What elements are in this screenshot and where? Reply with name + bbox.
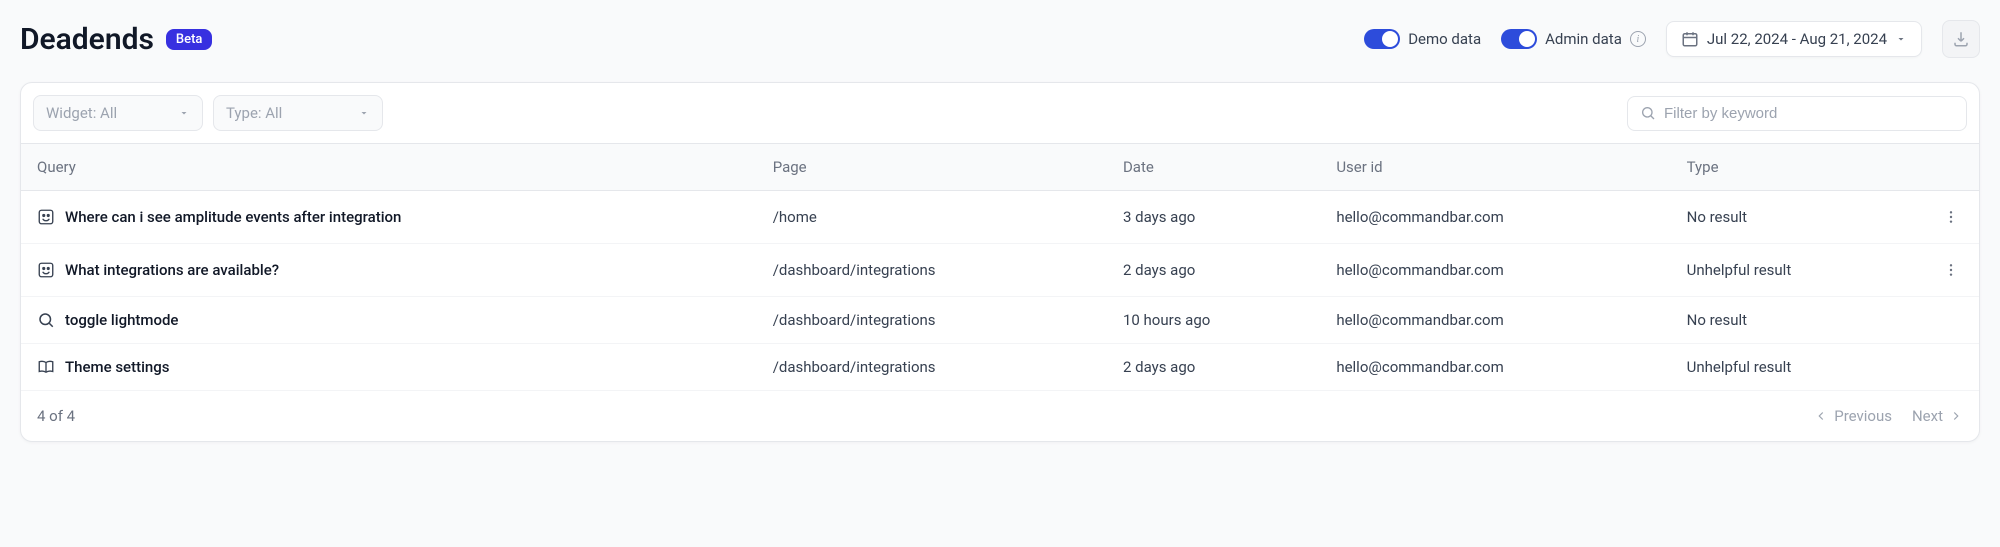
query-text: toggle lightmode bbox=[65, 311, 178, 329]
demo-data-toggle[interactable] bbox=[1364, 29, 1400, 49]
type-cell: Unhelpful result bbox=[1671, 244, 1923, 297]
search-box[interactable] bbox=[1627, 96, 1967, 131]
chevron-down-icon bbox=[1895, 33, 1907, 45]
chevron-down-icon bbox=[358, 107, 370, 119]
date-cell: 3 days ago bbox=[1107, 191, 1320, 244]
header-page: Page bbox=[757, 144, 1107, 191]
admin-data-toggle[interactable] bbox=[1501, 29, 1537, 49]
table-row[interactable]: Where can i see amplitude events after i… bbox=[21, 191, 1979, 244]
user-cell: hello@commandbar.com bbox=[1320, 297, 1670, 344]
type-cell: No result bbox=[1671, 191, 1923, 244]
more-button[interactable] bbox=[1939, 205, 1963, 229]
previous-label: Previous bbox=[1834, 407, 1892, 425]
table-row[interactable]: Theme settings /dashboard/integrations 2… bbox=[21, 344, 1979, 391]
more-button[interactable] bbox=[1939, 258, 1963, 282]
search-icon bbox=[1640, 105, 1656, 121]
header-user: User id bbox=[1320, 144, 1670, 191]
footer-count: 4 of 4 bbox=[37, 407, 75, 425]
user-cell: hello@commandbar.com bbox=[1320, 191, 1670, 244]
copilot-icon bbox=[37, 208, 55, 226]
beta-badge: Beta bbox=[166, 29, 213, 50]
query-text: Theme settings bbox=[65, 358, 169, 376]
download-icon bbox=[1952, 30, 1970, 48]
header-type: Type bbox=[1671, 144, 1923, 191]
date-cell: 2 days ago bbox=[1107, 344, 1320, 391]
date-range-text: Jul 22, 2024 - Aug 21, 2024 bbox=[1707, 30, 1887, 48]
page-cell: /dashboard/integrations bbox=[757, 344, 1107, 391]
type-cell: No result bbox=[1671, 297, 1923, 344]
calendar-icon bbox=[1681, 30, 1699, 48]
next-label: Next bbox=[1912, 407, 1943, 425]
search-input[interactable] bbox=[1664, 105, 1954, 122]
info-icon[interactable]: i bbox=[1630, 31, 1646, 47]
user-cell: hello@commandbar.com bbox=[1320, 344, 1670, 391]
query-text: Where can i see amplitude events after i… bbox=[65, 208, 401, 226]
query-text: What integrations are available? bbox=[65, 261, 279, 279]
type-filter-label: Type: All bbox=[226, 104, 282, 122]
date-cell: 2 days ago bbox=[1107, 244, 1320, 297]
date-cell: 10 hours ago bbox=[1107, 297, 1320, 344]
widget-filter[interactable]: Widget: All bbox=[33, 95, 203, 131]
table-row[interactable]: toggle lightmode /dashboard/integrations… bbox=[21, 297, 1979, 344]
next-button[interactable]: Next bbox=[1912, 407, 1963, 425]
header-query: Query bbox=[21, 144, 757, 191]
download-button[interactable] bbox=[1942, 20, 1980, 58]
table-row[interactable]: What integrations are available? /dashbo… bbox=[21, 244, 1979, 297]
page-title: Deadends bbox=[20, 22, 154, 57]
previous-button[interactable]: Previous bbox=[1814, 407, 1892, 425]
user-cell: hello@commandbar.com bbox=[1320, 244, 1670, 297]
chevron-right-icon bbox=[1949, 409, 1963, 423]
copilot-icon bbox=[37, 261, 55, 279]
date-range-picker[interactable]: Jul 22, 2024 - Aug 21, 2024 bbox=[1666, 21, 1922, 57]
page-cell: /home bbox=[757, 191, 1107, 244]
widget-filter-label: Widget: All bbox=[46, 104, 117, 122]
book-icon bbox=[37, 358, 55, 376]
chevron-down-icon bbox=[178, 107, 190, 119]
search-icon bbox=[37, 311, 55, 329]
type-cell: Unhelpful result bbox=[1671, 344, 1923, 391]
admin-data-label: Admin data bbox=[1545, 30, 1622, 48]
header-date: Date bbox=[1107, 144, 1320, 191]
chevron-left-icon bbox=[1814, 409, 1828, 423]
demo-data-label: Demo data bbox=[1408, 30, 1481, 48]
page-cell: /dashboard/integrations bbox=[757, 297, 1107, 344]
page-cell: /dashboard/integrations bbox=[757, 244, 1107, 297]
type-filter[interactable]: Type: All bbox=[213, 95, 383, 131]
